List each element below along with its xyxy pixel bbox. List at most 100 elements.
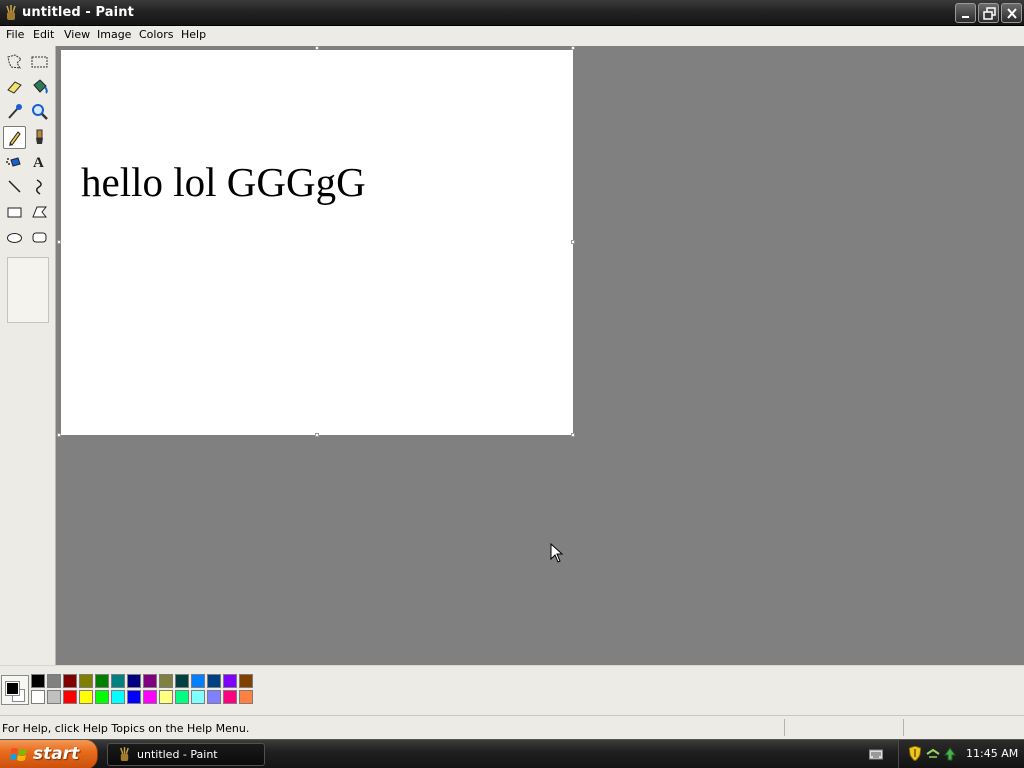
color-swatch[interactable] (223, 690, 237, 704)
color-swatch[interactable] (95, 690, 109, 704)
start-label: start (33, 744, 80, 764)
color-swatch[interactable] (63, 674, 77, 688)
color-swatch[interactable] (47, 690, 61, 704)
drawing-canvas[interactable]: hello lol GGGgG (61, 50, 573, 435)
pencil-icon (9, 131, 21, 146)
ellipse-icon (7, 233, 22, 243)
color-swatch[interactable] (47, 674, 61, 688)
select-tool[interactable] (28, 50, 51, 73)
system-tray: 11:45 AM (898, 740, 1024, 768)
brush-tool[interactable] (28, 126, 51, 149)
fill-icon (33, 79, 48, 94)
menu-image[interactable]: Image (97, 28, 131, 41)
magnifier-tool[interactable] (28, 100, 51, 123)
color-swatch[interactable] (63, 690, 77, 704)
windows-logo-icon (10, 748, 27, 761)
color-swatch[interactable] (207, 690, 221, 704)
current-colors[interactable] (1, 675, 29, 705)
color-swatch[interactable] (223, 674, 237, 688)
clock[interactable]: 11:45 AM (966, 747, 1018, 760)
update-icon[interactable] (943, 746, 957, 761)
ellipse-tool[interactable] (3, 226, 26, 249)
line-tool[interactable] (3, 175, 26, 198)
menu-help[interactable]: Help (181, 28, 206, 41)
color-swatch[interactable] (191, 674, 205, 688)
text-tool[interactable]: A (28, 150, 51, 173)
magnifier-icon (32, 104, 48, 120)
text-icon: A (33, 155, 44, 171)
color-swatch[interactable] (191, 690, 205, 704)
pick-color-icon (8, 104, 22, 119)
eraser-icon (7, 81, 22, 94)
resize-handle-bottom[interactable] (315, 433, 319, 437)
color-swatch[interactable] (239, 674, 253, 688)
minimize-icon (962, 16, 969, 18)
color-swatch[interactable] (31, 690, 45, 704)
menu-edit[interactable]: Edit (33, 28, 54, 41)
resize-handle-right[interactable] (571, 240, 575, 244)
close-button[interactable] (1001, 3, 1022, 23)
status-bar: For Help, click Help Topics on the Help … (0, 715, 1024, 739)
resize-handle-bottom-right[interactable] (571, 433, 575, 437)
pick-color-tool[interactable] (3, 100, 26, 123)
free-form-select-tool[interactable] (3, 50, 26, 73)
rounded-rectangle-icon (32, 232, 47, 243)
rectangle-tool[interactable] (3, 201, 26, 224)
color-swatch[interactable] (111, 690, 125, 704)
color-swatch[interactable] (143, 690, 157, 704)
brush-icon (36, 129, 43, 144)
color-swatch[interactable] (79, 690, 93, 704)
color-swatch[interactable] (127, 674, 141, 688)
color-swatch[interactable] (159, 674, 173, 688)
menu-colors[interactable]: Colors (139, 28, 173, 41)
pencil-tool[interactable] (3, 126, 26, 149)
rounded-rectangle-tool[interactable] (28, 226, 51, 249)
taskbar: start untitled - Paint 11:45 AM (0, 739, 1024, 768)
shield-icon[interactable] (909, 746, 921, 761)
svg-text:A: A (33, 155, 44, 171)
restore-icon (983, 7, 996, 20)
color-swatch[interactable] (31, 674, 45, 688)
color-swatch[interactable] (127, 690, 141, 704)
taskbar-item-paint[interactable]: untitled - Paint (107, 743, 265, 766)
minimize-button[interactable] (955, 3, 976, 23)
polygon-icon (32, 206, 48, 218)
status-divider (903, 719, 904, 736)
menu-view[interactable]: View (64, 28, 90, 41)
color-swatch[interactable] (111, 674, 125, 688)
color-swatch[interactable] (159, 690, 173, 704)
menu-bar: File Edit View Image Colors Help (0, 26, 1024, 46)
status-help-text: For Help, click Help Topics on the Help … (2, 722, 250, 735)
restore-button[interactable] (978, 3, 999, 23)
toolbox: A (0, 46, 56, 665)
color-swatch[interactable] (143, 674, 157, 688)
line-icon (8, 180, 21, 193)
keyboard-icon[interactable] (869, 748, 883, 760)
color-swatch[interactable] (175, 690, 189, 704)
color-swatch[interactable] (239, 690, 253, 704)
resize-handle-bottom-left (57, 433, 61, 437)
color-swatch[interactable] (79, 674, 93, 688)
start-button[interactable]: start (0, 740, 98, 768)
fill-tool[interactable] (28, 75, 51, 98)
canvas-text: hello lol GGGgG (81, 159, 366, 205)
taskbar-item-label: untitled - Paint (137, 748, 218, 761)
color-swatch[interactable] (207, 674, 221, 688)
color-swatch[interactable] (95, 674, 109, 688)
status-divider (784, 719, 785, 736)
resize-handle-top (315, 46, 319, 50)
eraser-tool[interactable] (3, 75, 26, 98)
resize-handle-left (57, 240, 61, 244)
curve-tool[interactable] (28, 175, 51, 198)
network-icon[interactable] (926, 747, 940, 759)
color-swatch[interactable] (175, 674, 189, 688)
foreground-color (5, 681, 20, 696)
title-bar[interactable]: untitled - Paint (0, 0, 1024, 26)
resize-handle-top-right (571, 46, 575, 50)
mouse-cursor-icon (550, 543, 564, 563)
tool-options-box[interactable] (7, 257, 49, 323)
menu-file[interactable]: File (6, 28, 24, 41)
polygon-tool[interactable] (28, 201, 51, 224)
airbrush-tool[interactable] (3, 150, 26, 173)
curve-icon (36, 179, 42, 195)
